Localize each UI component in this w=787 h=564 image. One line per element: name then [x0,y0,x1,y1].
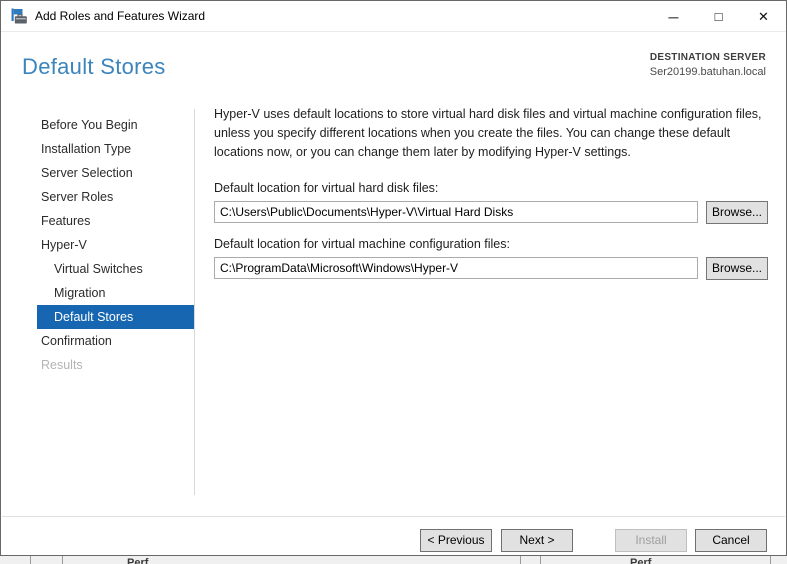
wizard-dialog: Add Roles and Features Wizard ─ □ ✕ Defa… [0,0,787,556]
peek-divider [30,556,31,564]
install-button: Install [615,529,687,552]
vhd-location-input[interactable] [214,201,698,223]
config-location-label: Default location for virtual machine con… [214,237,510,251]
nav-item-server-roles[interactable]: Server Roles [1,185,194,209]
nav-item-default-stores[interactable]: Default Stores [37,305,194,329]
peek-divider [520,556,521,564]
nav-item-installation-type[interactable]: Installation Type [1,137,194,161]
nav-item-migration[interactable]: Migration [1,281,194,305]
nav-item-features[interactable]: Features [1,209,194,233]
server-manager-icon [10,8,28,26]
nav-item-virtual-switches[interactable]: Virtual Switches [1,257,194,281]
peek-text-fragment: Perf [630,557,651,564]
minimize-icon[interactable]: ─ [651,1,696,32]
next-button[interactable]: Next > [501,529,573,552]
wizard-nav: Before You Begin Installation Type Serve… [1,113,194,377]
title-bar: Add Roles and Features Wizard ─ □ ✕ [1,1,786,32]
window-title: Add Roles and Features Wizard [35,1,205,32]
background-window-peek: Perf Perf [0,556,787,564]
peek-divider [770,556,771,564]
maximize-icon[interactable]: □ [696,1,741,32]
nav-item-results: Results [1,353,194,377]
vhd-location-label: Default location for virtual hard disk f… [214,181,438,195]
page-title: Default Stores [22,54,166,80]
nav-item-before-you-begin[interactable]: Before You Begin [1,113,194,137]
vhd-browse-button[interactable]: Browse... [706,201,768,224]
intro-text: Hyper-V uses default locations to store … [214,105,772,162]
close-icon[interactable]: ✕ [741,1,786,32]
peek-text-fragment: Perf [127,557,148,564]
nav-item-hyper-v[interactable]: Hyper-V [1,233,194,257]
config-location-input[interactable] [214,257,698,279]
main-content: Hyper-V uses default locations to store … [214,105,774,162]
destination-server-name: Ser20199.batuhan.local [650,66,766,78]
cancel-button[interactable]: Cancel [695,529,767,552]
nav-item-server-selection[interactable]: Server Selection [1,161,194,185]
peek-divider [62,556,63,564]
footer-divider [2,516,785,517]
previous-button[interactable]: < Previous [420,529,492,552]
sidebar-divider [194,109,195,495]
peek-divider [540,556,541,564]
window-controls: ─ □ ✕ [651,1,786,32]
config-browse-button[interactable]: Browse... [706,257,768,280]
nav-item-confirmation[interactable]: Confirmation [1,329,194,353]
destination-server-block: DESTINATION SERVER Ser20199.batuhan.loca… [650,52,766,78]
destination-server-label: DESTINATION SERVER [650,52,766,63]
